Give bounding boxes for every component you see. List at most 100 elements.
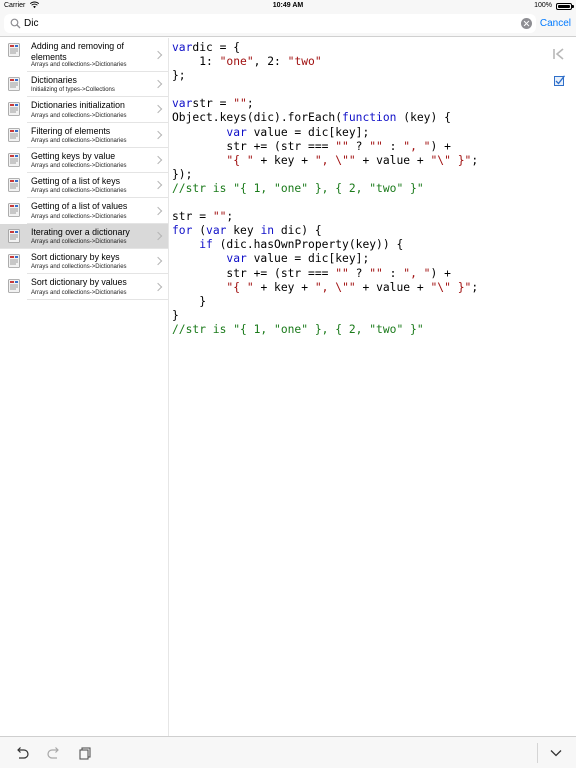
chevron-right-icon xyxy=(153,155,163,165)
list-item-subtitle: Arrays and collections->Dictionaries xyxy=(31,289,127,296)
code-token: in xyxy=(260,224,275,238)
code-token: str += (str === xyxy=(172,266,336,280)
list-item-title: Getting of a list of keys xyxy=(31,176,120,187)
status-time: 10:49 AM xyxy=(272,2,304,9)
chevron-right-icon xyxy=(153,50,163,59)
list-item-subtitle: Initializing of types->Collections xyxy=(31,87,115,94)
document-icon xyxy=(8,279,20,294)
list-item[interactable]: Getting keys by value Arrays and collecti… xyxy=(8,148,168,174)
code-token: + key + xyxy=(253,153,315,167)
code-token: var xyxy=(206,224,227,238)
list-item-title: Sort dictionary by values xyxy=(31,277,127,288)
status-bar: Carrier 10:49 AM 100% xyxy=(0,0,576,12)
code-token: ; xyxy=(246,97,254,111)
code-token: "{ " xyxy=(226,153,254,167)
code-token: var xyxy=(226,252,247,266)
list-item-title: Sort dictionary by keys xyxy=(31,252,120,263)
code-token: ? xyxy=(348,266,370,280)
code-token: str = xyxy=(172,210,213,224)
code-token: "\" }" xyxy=(430,280,472,294)
list-item-title: Filtering of elements xyxy=(31,125,111,136)
list-item-subtitle: Arrays and collections->Dictionaries xyxy=(31,62,127,68)
list-item[interactable]: Getting of a list of keys Arrays and coll… xyxy=(8,173,168,199)
code-token: ; xyxy=(471,153,479,167)
list-item[interactable]: Dictionaries Initializing of types->Colle… xyxy=(8,72,168,98)
code-token: , 2: xyxy=(253,55,288,69)
copy-icon[interactable] xyxy=(77,745,93,761)
chevron-right-icon xyxy=(153,79,163,89)
list-item-title: Adding and removing of elements xyxy=(31,41,124,62)
code-token: if xyxy=(199,238,213,252)
battery-fill xyxy=(558,5,570,8)
bottom-toolbar xyxy=(0,736,576,768)
list-item[interactable]: Dictionaries initialization Arrays and co… xyxy=(8,97,168,123)
code-token: ", \"" xyxy=(314,153,356,167)
search-input[interactable] xyxy=(24,15,514,32)
list-item[interactable]: Iterating over a dictionary Arrays and co… xyxy=(0,223,168,250)
chevron-right-icon xyxy=(153,130,163,139)
chevron-right-icon xyxy=(153,206,163,215)
results-list: Adding and removing of elements Arrays an… xyxy=(0,38,169,736)
code-snippet: vardic = { 1: "one", 2: "two" }; varstr … xyxy=(172,41,478,337)
list-item-subtitle: Arrays and collections->Dictionaries xyxy=(31,112,127,119)
battery-icon xyxy=(556,3,574,10)
code-token: + value + xyxy=(355,280,431,294)
document-icon xyxy=(8,228,20,243)
list-item[interactable]: Sort dictionary by values Arrays and coll… xyxy=(8,274,168,300)
search-bar: Cancel xyxy=(0,12,576,37)
toolbar-separator xyxy=(537,743,538,763)
code-token: //str is "{ 1, "one" }, { 2, "two" }" xyxy=(172,322,424,336)
list-item[interactable]: Adding and removing of elements Arrays an… xyxy=(8,38,168,72)
code-token: "one" xyxy=(219,55,254,69)
list-item[interactable]: Filtering of elements Arrays and collecti… xyxy=(8,123,168,148)
code-token: ; xyxy=(226,210,234,224)
code-token: dic) { xyxy=(274,224,322,238)
code-token: ; xyxy=(471,280,479,294)
chevron-right-icon xyxy=(153,282,163,291)
code-token: "" xyxy=(335,139,349,153)
code-token: dic = { xyxy=(192,41,241,54)
code-token: : xyxy=(382,266,404,280)
code-token: } xyxy=(172,308,179,322)
list-item[interactable]: Getting of a list of values Arrays and co… xyxy=(8,198,168,224)
code-token: ", " xyxy=(403,139,431,153)
code-token: + value + xyxy=(355,153,431,167)
list-item-title: Dictionaries xyxy=(31,75,77,85)
code-token: var xyxy=(172,41,193,54)
code-view: vardic = { 1: "one", 2: "two" }; varstr … xyxy=(170,38,540,736)
code-token: value = dic[key]; xyxy=(246,125,370,139)
document-icon xyxy=(8,43,20,57)
code-token: "" xyxy=(233,97,247,111)
undo-icon[interactable] xyxy=(14,745,30,761)
code-token: ", \"" xyxy=(314,280,356,294)
cancel-button[interactable]: Cancel xyxy=(540,18,571,29)
code-token: key xyxy=(226,224,261,238)
code-token: 1: xyxy=(172,55,220,69)
side-tools xyxy=(540,38,576,736)
code-token: var xyxy=(172,97,193,111)
list-item-title: Getting keys by value xyxy=(31,150,116,161)
document-icon xyxy=(8,178,20,193)
chevron-down-icon[interactable] xyxy=(548,745,564,761)
code-token: ", " xyxy=(403,266,431,280)
list-item-subtitle: Arrays and collections->Dictionaries xyxy=(31,264,127,271)
clear-icon[interactable] xyxy=(521,18,532,29)
checkbox-icon[interactable] xyxy=(554,75,565,86)
search-field[interactable] xyxy=(4,14,536,33)
chevron-right-icon xyxy=(153,256,163,266)
list-item[interactable]: Sort dictionary by keys Arrays and collec… xyxy=(8,249,168,275)
list-item-subtitle: Arrays and collections->Dictionaries xyxy=(31,188,127,195)
document-icon xyxy=(8,152,20,167)
document-icon xyxy=(8,203,20,218)
code-token: }); xyxy=(172,167,193,181)
document-icon xyxy=(8,77,20,91)
go-first-icon[interactable] xyxy=(552,48,566,60)
redo-icon[interactable] xyxy=(46,745,62,761)
list-item-title: Iterating over a dictionary xyxy=(31,226,130,237)
document-icon xyxy=(8,102,20,117)
code-token: Object.keys(dic).forEach( xyxy=(172,111,343,125)
document-icon xyxy=(8,254,20,268)
